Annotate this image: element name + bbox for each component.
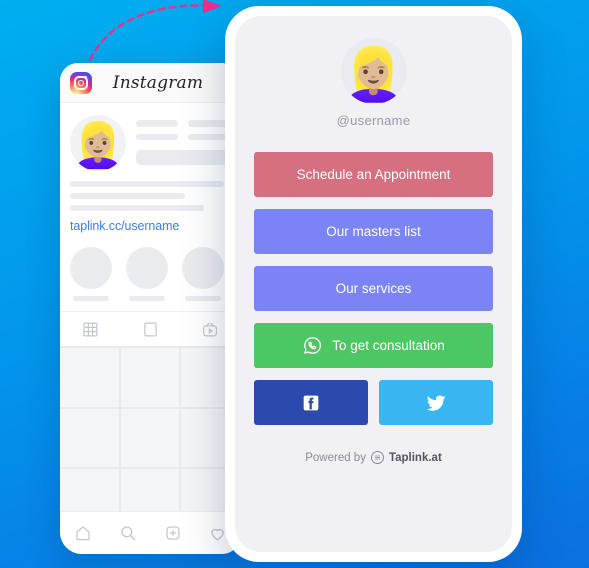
- avatar[interactable]: 👱🏼‍♀️: [70, 115, 126, 171]
- button-label: Our masters list: [326, 224, 421, 239]
- instagram-topbar: Instagram: [60, 63, 240, 103]
- taplink-phone: 👱🏼‍♀️ @username Schedule an Appointment …: [225, 6, 522, 562]
- taplink-screen: 👱🏼‍♀️ @username Schedule an Appointment …: [235, 16, 512, 552]
- powered-by-footer: Powered by Taplink.at: [305, 451, 442, 464]
- nav-add[interactable]: [150, 524, 195, 542]
- story-circle: [182, 247, 224, 289]
- placeholder-bar: [136, 134, 178, 140]
- instagram-phone: Instagram 👱🏼‍♀️ tapl: [60, 63, 240, 554]
- story-highlight-item[interactable]: [182, 247, 224, 301]
- placeholder-bar: [188, 120, 230, 127]
- button-label: Schedule an Appointment: [296, 167, 451, 182]
- button-label: Our services: [335, 281, 412, 296]
- taplink-brand: Taplink.at: [388, 451, 442, 464]
- bottom-nav: [60, 511, 240, 554]
- profile-bio-placeholder: [60, 171, 240, 211]
- avatar-emoji: 👱🏼‍♀️: [70, 121, 126, 170]
- story-label-placeholder: [129, 296, 165, 301]
- social-buttons: [254, 380, 493, 425]
- facebook-icon: [303, 395, 319, 410]
- username-label: @username: [336, 113, 411, 128]
- placeholder-bar: [136, 120, 178, 127]
- add-icon: [165, 526, 180, 540]
- powered-by-label: Powered by: [305, 451, 366, 464]
- home-icon: [75, 526, 90, 541]
- grid-icon: [83, 322, 97, 336]
- instagram-logo-icon: [70, 71, 92, 94]
- grid-cell[interactable]: [120, 408, 180, 468]
- grid-cell[interactable]: [120, 348, 180, 407]
- twitter-button[interactable]: [379, 380, 493, 425]
- edit-profile-placeholder[interactable]: [136, 150, 230, 165]
- story-highlight-item[interactable]: [70, 247, 112, 301]
- get-consultation-button[interactable]: To get consultation: [254, 323, 493, 368]
- placeholder-bar: [70, 193, 186, 199]
- story-highlight-item[interactable]: [126, 247, 168, 301]
- photo-grid: [60, 346, 240, 529]
- facebook-button[interactable]: [254, 380, 368, 425]
- instagram-profile-header: 👱🏼‍♀️: [60, 103, 240, 171]
- placeholder-bar: [70, 205, 205, 211]
- nav-home[interactable]: [60, 524, 105, 542]
- instagram-wordmark: Instagram: [112, 72, 204, 93]
- twitter-icon: [426, 394, 446, 411]
- taplink-glyph: [374, 455, 381, 460]
- avatar-emoji: 👱🏼‍♀️: [341, 46, 406, 104]
- profile-tabs: [60, 311, 240, 346]
- avatar[interactable]: 👱🏼‍♀️: [340, 38, 407, 104]
- igtv-icon: [203, 322, 217, 336]
- story-label-placeholder: [73, 296, 109, 301]
- search-icon: [120, 526, 135, 541]
- nav-search[interactable]: [105, 524, 150, 542]
- taplink-logo-icon: [370, 451, 384, 464]
- story-highlights: [60, 233, 240, 311]
- placeholder-bar: [70, 181, 224, 187]
- portrait-icon: [143, 322, 157, 336]
- grid-cell[interactable]: [60, 408, 119, 468]
- placeholder-bar: [188, 134, 230, 140]
- tab-tagged[interactable]: [120, 321, 180, 338]
- schedule-appointment-button[interactable]: Schedule an Appointment: [254, 152, 493, 197]
- story-label-placeholder: [185, 296, 221, 301]
- story-circle: [70, 247, 112, 289]
- profile-bio-link[interactable]: taplink.cc/username: [60, 217, 240, 233]
- tab-grid[interactable]: [60, 321, 120, 338]
- whatsapp-icon: [304, 337, 322, 354]
- scene: Instagram 👱🏼‍♀️ tapl: [0, 0, 589, 568]
- button-label: To get consultation: [332, 338, 445, 353]
- our-services-button[interactable]: Our services: [254, 266, 493, 311]
- grid-cell[interactable]: [60, 348, 119, 407]
- story-circle: [126, 247, 168, 289]
- profile-stats-placeholder: [136, 115, 230, 171]
- masters-list-button[interactable]: Our masters list: [254, 209, 493, 254]
